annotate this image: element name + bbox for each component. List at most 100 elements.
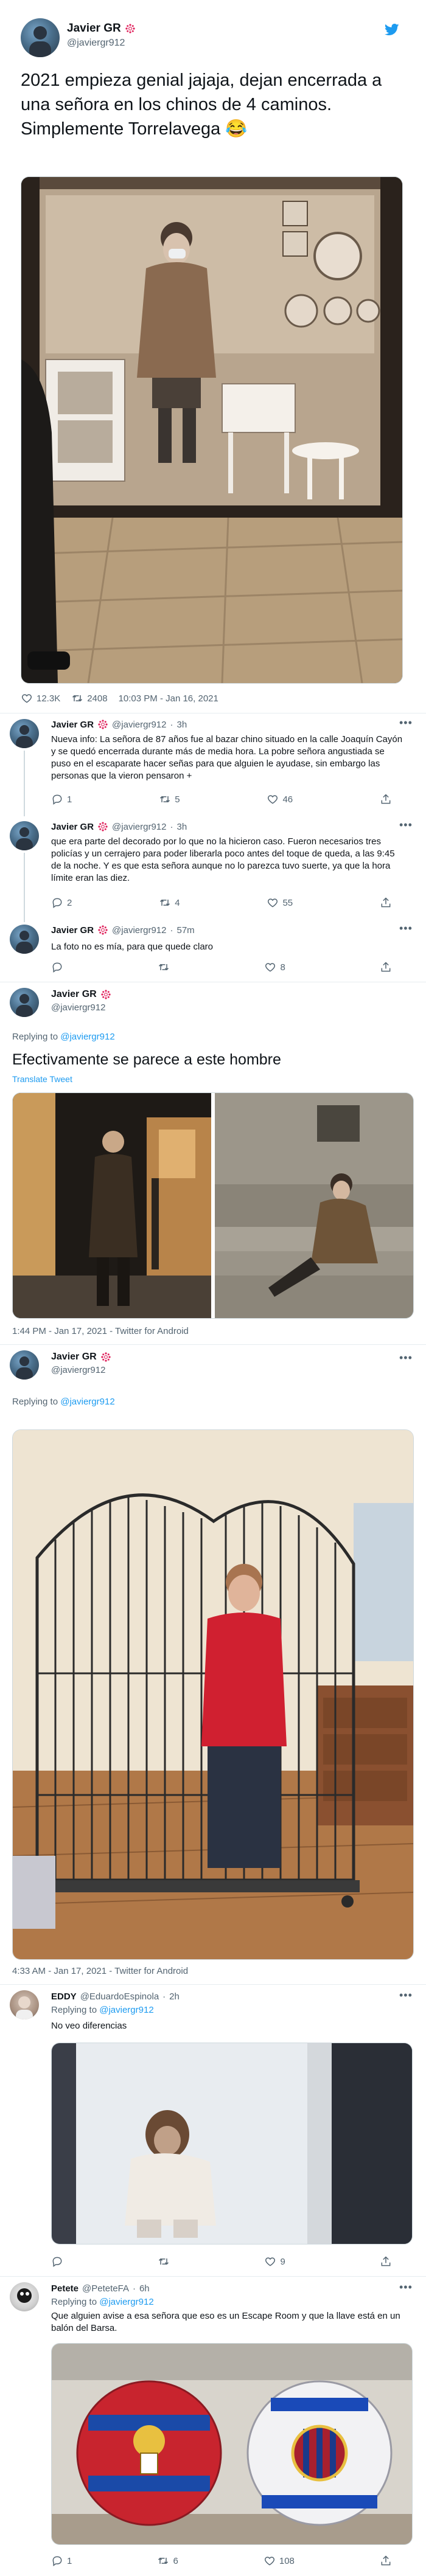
reply-header: Javier GR @javiergr912 · 3h [51,719,187,730]
author-name[interactable]: Javier GR [51,1352,97,1363]
reply-text: que era parte del decorado por lo que no… [51,836,395,883]
author-handle[interactable]: @javiergr912 [67,38,125,49]
more-dots-icon[interactable]: ••• [399,922,413,935]
tweet-photo[interactable] [12,1429,414,1960]
retweet-button[interactable]: 4 [159,897,180,909]
author-row: Javier GR [51,1352,111,1363]
retweet-button[interactable]: 6 [157,2555,178,2567]
reply-author-name[interactable]: Javier GR [51,822,94,832]
retweet-icon [158,961,170,973]
share-button[interactable] [380,2255,392,2268]
more-dots-icon[interactable]: ••• [399,1989,413,2002]
replying-to-link[interactable]: @javiergr912 [60,1032,114,1042]
reply-photo[interactable] [51,2343,413,2545]
author-name[interactable]: Javier GR [67,22,121,35]
tweet-photo[interactable] [21,176,403,684]
retweet-button[interactable]: 5 [159,793,180,805]
like-button[interactable]: 8 [264,961,285,973]
avatar[interactable] [10,988,39,1017]
more-dots-icon[interactable]: ••• [399,819,413,831]
reply-icon [51,2555,63,2567]
retweet-button[interactable] [158,2255,170,2268]
reply-button[interactable] [51,961,63,973]
author-name[interactable]: Javier GR [51,989,97,1000]
avatar[interactable] [10,821,39,850]
more-dots-icon[interactable]: ••• [399,2281,413,2294]
like-button[interactable]: 9 [264,2255,285,2268]
reply-time[interactable]: 57m [176,925,194,936]
reply-text: La foto no es mía, para que quede claro [51,942,214,952]
share-button[interactable] [380,2555,392,2567]
avatar[interactable] [10,1350,39,1380]
reply-actions: 2 4 55 [51,897,392,909]
reply-time[interactable]: 3h [176,720,187,730]
share-button[interactable] [380,961,392,973]
reply-icon [51,961,63,973]
reply-actions: 1 5 46 [51,793,392,805]
reply-button[interactable]: 1 [51,2555,72,2567]
share-button[interactable] [380,897,392,909]
like-button[interactable]: 108 [264,2555,295,2567]
more-dots-icon[interactable]: ••• [399,1352,413,1364]
reply-button[interactable]: 1 [51,793,72,805]
divider [0,1984,426,1985]
reply-actions: 8 [51,961,392,973]
reply-actions: 1 6 108 [51,2555,392,2567]
verified-flower-badge-icon [97,821,108,832]
share-icon [380,2255,392,2268]
reply-photo[interactable] [51,2043,413,2244]
reply-button[interactable]: 2 [51,897,72,909]
reply-author-handle[interactable]: @EduardoEspinola [80,1991,159,2002]
reply-author-name[interactable]: EDDY [51,1991,77,2002]
twitter-bird-icon[interactable] [384,23,399,40]
reply-time[interactable]: 6h [139,2283,150,2294]
reply-author-name[interactable]: Petete [51,2283,79,2294]
replying-to-link[interactable]: @javiergr912 [99,2297,153,2307]
share-icon [380,2555,392,2567]
tweet-timestamp[interactable]: 4:33 AM - Jan 17, 2021 - Twitter for And… [12,1966,188,1976]
retweet-icon [159,793,171,805]
reply-button[interactable] [51,2255,63,2268]
retweet-button[interactable] [158,961,170,973]
reply-author-name[interactable]: Javier GR [51,720,94,730]
replying-to: Replying to @javiergr912 [12,1397,115,1407]
reply-text: No veo diferencias [51,2021,127,2031]
avatar[interactable] [10,719,39,748]
heart-icon [264,2255,276,2268]
share-icon [380,793,392,805]
like-count[interactable]: 12.3K [21,692,60,704]
avatar[interactable] [10,2282,39,2311]
share-button[interactable] [380,793,392,805]
reply-author-name[interactable]: Javier GR [51,925,94,936]
replying-to-link[interactable]: @javiergr912 [99,2005,153,2015]
tweet-timestamp[interactable]: 1:44 PM - Jan 17, 2021 - Twitter for And… [12,1326,189,1336]
retweet-count[interactable]: 2408 [71,692,108,704]
reply-icon [51,2255,63,2268]
reply-author-handle[interactable]: @PeteteFA [82,2283,129,2294]
heart-icon [267,897,279,909]
tweet-photo[interactable] [12,1092,414,1319]
author-handle[interactable]: @javiergr912 [51,1002,105,1013]
translate-link[interactable]: Translate Tweet [12,1074,72,1084]
author-handle[interactable]: @javiergr912 [51,1365,105,1375]
divider [0,2276,426,2277]
author-row: Javier GR [67,22,136,35]
like-button[interactable]: 55 [267,897,293,909]
avatar[interactable] [10,925,39,954]
replying-to-link[interactable]: @javiergr912 [60,1397,114,1407]
reply-header: EDDY @EduardoEspinola · 2h [51,1991,180,2002]
replying-to: Replying to @javiergr912 [51,2297,154,2307]
like-button[interactable]: 46 [267,793,293,805]
verified-flower-badge-icon [100,1352,111,1363]
reply-author-handle[interactable]: @javiergr912 [112,925,166,936]
reply-author-handle[interactable]: @javiergr912 [112,822,166,832]
avatar[interactable] [21,18,60,57]
verified-flower-badge-icon [97,925,108,936]
avatar[interactable] [10,1990,39,2019]
thread-line [24,751,25,816]
more-dots-icon[interactable]: ••• [399,717,413,729]
tweet-timestamp[interactable]: 10:03 PM - Jan 16, 2021 [119,693,218,704]
reply-time[interactable]: 3h [176,822,187,832]
reply-time[interactable]: 2h [169,1991,180,2002]
reply-author-handle[interactable]: @javiergr912 [112,720,166,730]
